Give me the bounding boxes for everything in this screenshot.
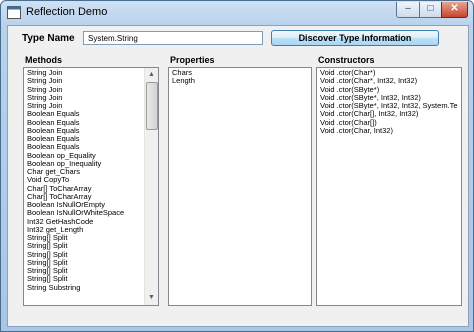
properties-label: Properties [170,55,215,65]
minimize-button[interactable]: – [396,2,420,18]
maximize-button[interactable]: □ [419,2,442,18]
window-title: Reflection Demo [26,6,108,18]
scroll-up-arrow-icon[interactable]: ▲ [146,69,157,81]
close-button[interactable]: ✕ [441,2,468,18]
application-window: Reflection Demo – □ ✕ Type Name Discover… [0,0,474,332]
window-app-icon [7,6,21,19]
constructors-list-item[interactable]: Void .ctor(Char, Int32) [317,126,461,135]
type-name-label: Type Name [22,33,75,44]
methods-scrollbar[interactable]: ▲ ▼ [144,68,158,305]
constructors-listbox[interactable]: Void .ctor(Char*) Void .ctor(Char*, Int32… [316,67,462,306]
properties-list-item[interactable]: Length [169,76,311,85]
methods-list-item[interactable]: String Substring [24,283,145,292]
methods-label: Methods [25,55,62,65]
properties-listbox[interactable]: Chars Length [168,67,312,306]
scrollbar-thumb[interactable] [146,82,158,130]
form-client-area: Type Name Discover Type Information Meth… [7,25,469,327]
type-name-input[interactable] [83,31,263,45]
methods-listbox[interactable]: String Join String Join String Join String … [23,67,159,306]
discover-type-information-button[interactable]: Discover Type Information [271,30,439,46]
methods-items: String Join String Join String Join String … [24,68,145,292]
scroll-down-arrow-icon[interactable]: ▼ [146,292,157,304]
title-bar[interactable]: Reflection Demo – □ ✕ [1,1,473,25]
constructors-label: Constructors [318,55,375,65]
